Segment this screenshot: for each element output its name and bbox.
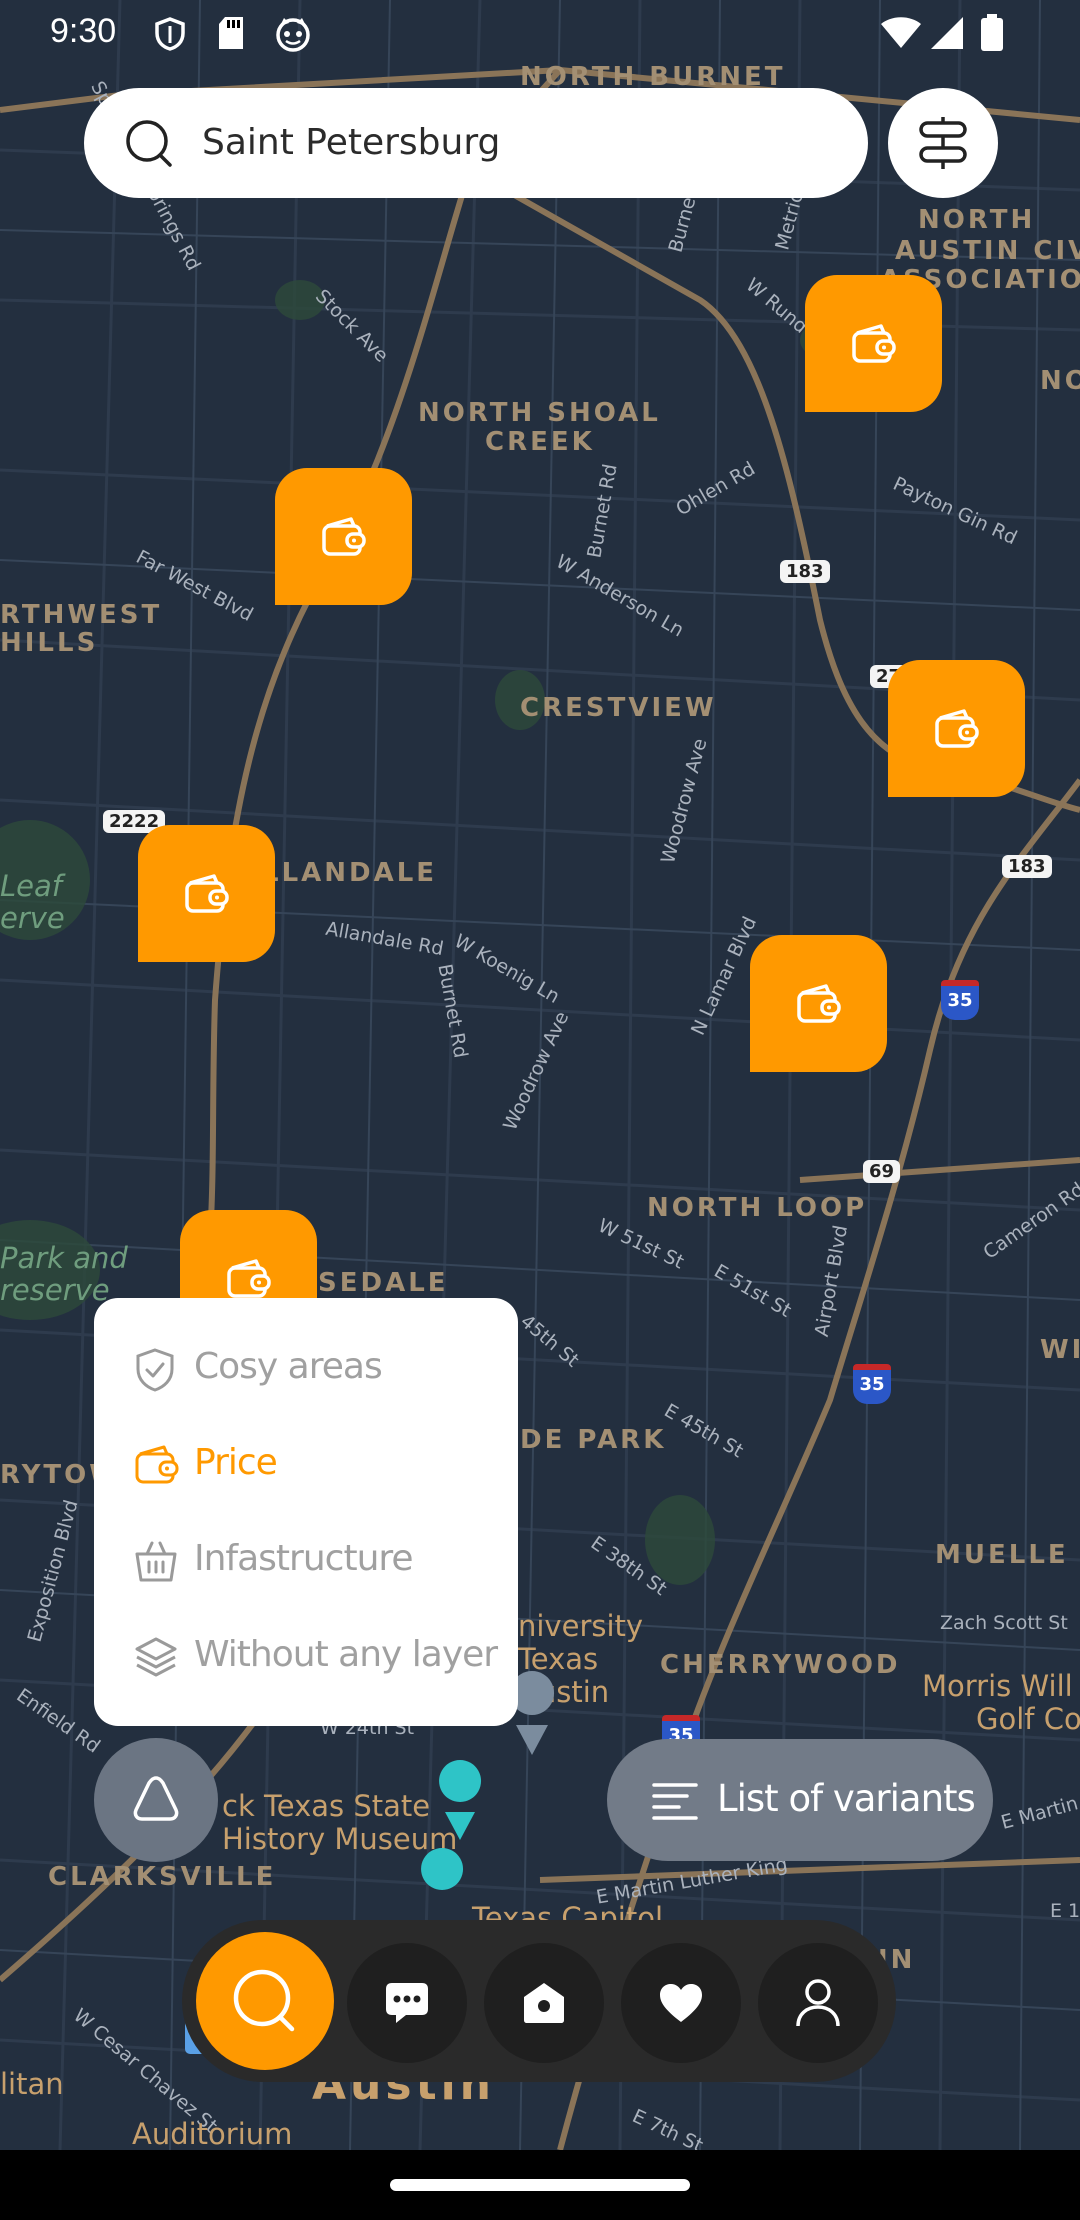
price-marker[interactable]: [805, 275, 942, 412]
basket-icon: [135, 1541, 177, 1582]
wallet-icon: [322, 517, 366, 556]
layer-item-infrastructure[interactable]: Infastructure: [134, 1530, 504, 1590]
sd-card-icon: [219, 17, 243, 49]
home-gesture-handle[interactable]: [390, 2179, 690, 2191]
wallet-icon: [227, 1259, 271, 1298]
cellular-signal-icon: [931, 17, 963, 49]
layer-item-cosy-areas[interactable]: Cosy areas: [134, 1338, 504, 1398]
status-bar: 9:30: [0, 0, 1080, 66]
layer-item-label: Price: [194, 1442, 278, 1483]
shield-status-icon: [155, 17, 185, 51]
price-marker[interactable]: [750, 935, 887, 1072]
wallet-icon: [852, 324, 896, 363]
cat-face-icon: [276, 18, 310, 52]
home-icon: [524, 1983, 564, 2023]
filter-button[interactable]: [888, 88, 998, 198]
triangle-icon: [133, 1776, 179, 1821]
wifi-icon: [881, 17, 921, 48]
user-icon: [796, 1979, 840, 2027]
nav-search[interactable]: [196, 1932, 334, 2070]
search-bar[interactable]: [84, 88, 868, 198]
nav-home[interactable]: [484, 1943, 604, 2063]
system-navigation-bar: [0, 2150, 1080, 2220]
list-of-variants-button[interactable]: List of variants: [607, 1739, 993, 1861]
nav-favorites[interactable]: [621, 1943, 741, 2063]
price-marker[interactable]: [138, 825, 275, 962]
search-icon: [233, 1969, 295, 2032]
list-of-variants-label: List of variants: [717, 1777, 976, 1820]
layer-item-price[interactable]: Price: [134, 1434, 504, 1494]
wallet-icon: [935, 709, 979, 748]
layer-item-label: Cosy areas: [194, 1346, 383, 1387]
search-icon: [126, 120, 172, 167]
nav-profile[interactable]: [758, 1943, 878, 2063]
nav-chat[interactable]: [347, 1943, 467, 2063]
layer-item-no-layer[interactable]: Without any layer: [134, 1626, 504, 1686]
layer-menu: Cosy areas Price Infastructure Without a…: [94, 1298, 518, 1726]
layers-icon: [135, 1637, 177, 1677]
search-input[interactable]: [202, 112, 822, 172]
heart-icon: [660, 1984, 702, 2022]
shield-check-icon: [136, 1348, 174, 1392]
chat-icon: [386, 1983, 428, 2023]
layer-toggle-button[interactable]: [94, 1738, 218, 1862]
wallet-icon: [135, 1445, 179, 1484]
status-time: 9:30: [50, 12, 117, 50]
layer-item-label: Without any layer: [194, 1634, 498, 1675]
layer-item-label: Infastructure: [194, 1538, 414, 1579]
sliders-icon: [919, 117, 967, 169]
battery-icon: [981, 14, 1003, 51]
bottom-nav: [182, 1920, 896, 2082]
price-marker[interactable]: [275, 468, 412, 605]
price-marker[interactable]: [888, 660, 1025, 797]
list-icon: [652, 1783, 698, 1820]
wallet-icon: [185, 874, 229, 913]
wallet-icon: [797, 984, 841, 1023]
